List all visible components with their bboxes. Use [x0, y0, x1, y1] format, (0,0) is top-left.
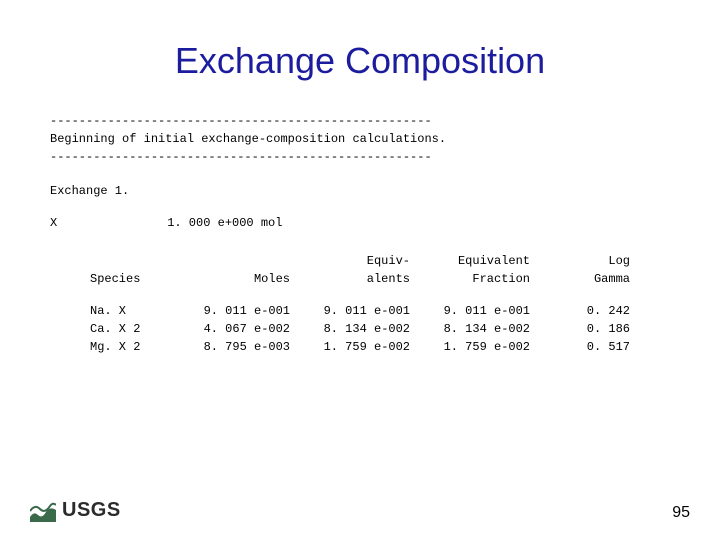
cell-species: Na. X: [50, 302, 170, 320]
cell-moles: 9. 011 e-001: [170, 302, 290, 320]
cell-log: 0. 517: [530, 338, 630, 356]
cell-equiv: 8. 134 e-002: [290, 320, 410, 338]
table-row: Na. X 9. 011 e-001 9. 011 e-001 9. 011 e…: [50, 302, 670, 320]
slide: Exchange Composition -------------------…: [0, 0, 720, 540]
table-row: Ca. X 2 4. 067 e-002 8. 134 e-002 8. 134…: [50, 320, 670, 338]
exchange-label: Exchange 1.: [50, 184, 670, 198]
cell-species: Mg. X 2: [50, 338, 170, 356]
cell-moles: 4. 067 e-002: [170, 320, 290, 338]
col-species: Species: [50, 270, 170, 288]
page-number: 95: [672, 504, 690, 522]
table-row: Mg. X 2 8. 795 e-003 1. 759 e-002 1. 759…: [50, 338, 670, 356]
rule-top: ----------------------------------------…: [50, 114, 432, 128]
cell-log: 0. 242: [530, 302, 630, 320]
footer: USGS 95: [30, 499, 690, 522]
col-frac-1: Equivalent: [410, 252, 530, 270]
table-body: Na. X 9. 011 e-001 9. 011 e-001 9. 011 e…: [50, 302, 670, 356]
usgs-logo-text: USGS: [62, 499, 121, 522]
usgs-wave-icon: [30, 500, 56, 522]
x-label: X: [50, 216, 57, 230]
rule-bottom: ----------------------------------------…: [50, 150, 432, 164]
cell-species: Ca. X 2: [50, 320, 170, 338]
cell-moles: 8. 795 e-003: [170, 338, 290, 356]
x-value: 1. 000 e+000 mol: [167, 216, 282, 230]
col-equiv-2: alents: [290, 270, 410, 288]
cell-equiv: 9. 011 e-001: [290, 302, 410, 320]
cell-equiv: 1. 759 e-002: [290, 338, 410, 356]
x-line: X 1. 000 e+000 mol: [50, 216, 670, 230]
beginning-line: Beginning of initial exchange-compositio…: [50, 132, 446, 146]
col-log-1: Log: [530, 252, 630, 270]
cell-frac: 9. 011 e-001: [410, 302, 530, 320]
cell-frac: 1. 759 e-002: [410, 338, 530, 356]
table-header: Equiv- Equivalent Log Species Moles alen…: [50, 252, 670, 288]
col-log-2: Gamma: [530, 270, 630, 288]
usgs-logo: USGS: [30, 499, 121, 522]
cell-log: 0. 186: [530, 320, 630, 338]
col-equiv-1: Equiv-: [290, 252, 410, 270]
intro-block: ----------------------------------------…: [50, 112, 670, 166]
col-frac-2: Fraction: [410, 270, 530, 288]
col-moles: Moles: [170, 270, 290, 288]
composition-table: Equiv- Equivalent Log Species Moles alen…: [50, 252, 670, 356]
slide-title: Exchange Composition: [50, 40, 670, 82]
cell-frac: 8. 134 e-002: [410, 320, 530, 338]
